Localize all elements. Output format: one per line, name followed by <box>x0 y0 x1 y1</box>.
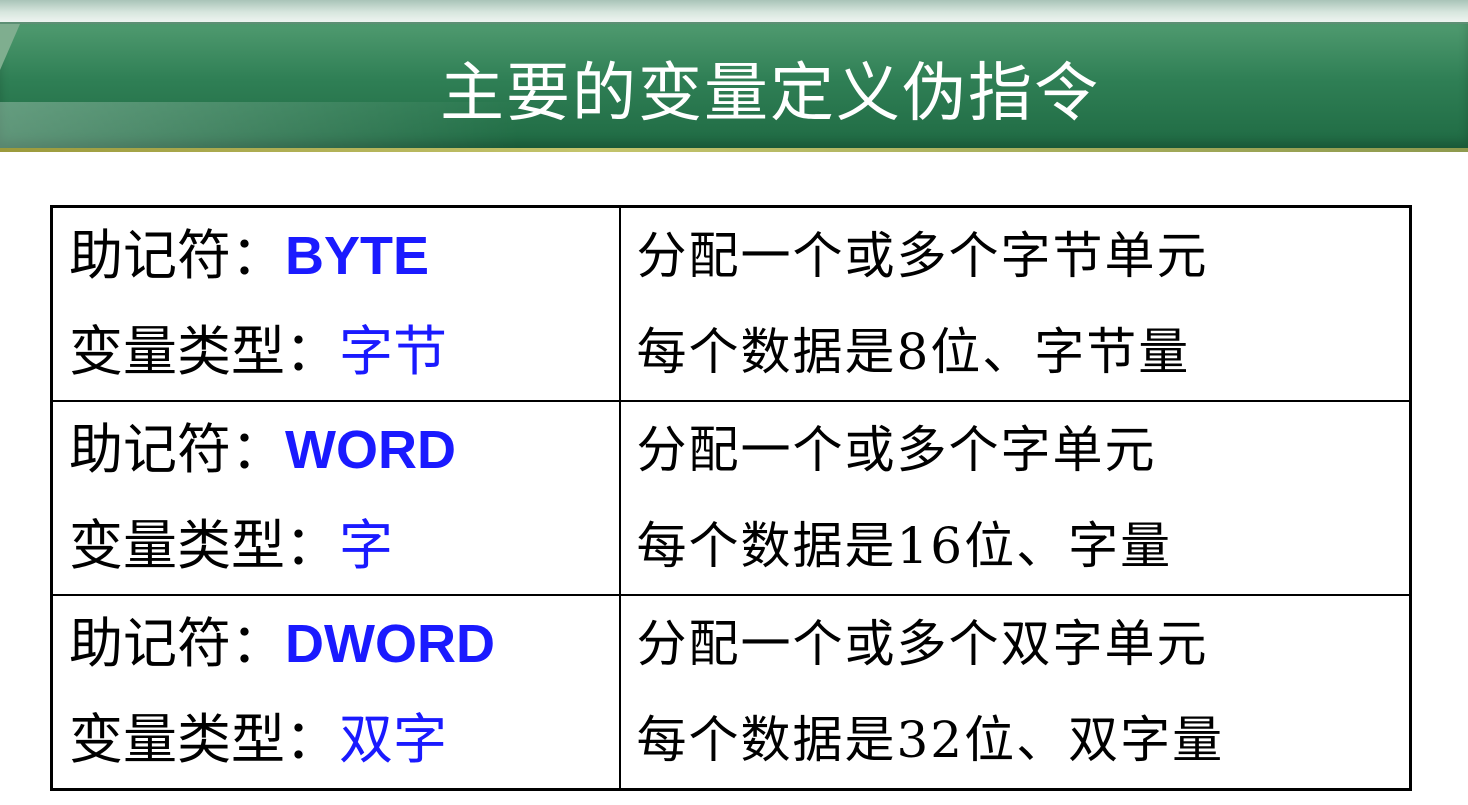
description-line-1: 分配一个或多个字节单元 <box>636 227 1209 285</box>
title-underline <box>0 148 1468 152</box>
mnemonic-value: BYTE <box>285 226 430 286</box>
mnemonic-cell: 助记符：BYTE 变量类型：字节 <box>50 205 621 402</box>
page-title: 主要的变量定义伪指令 <box>440 57 1100 131</box>
description-line-2: 每个数据是32位、双字量 <box>636 711 1225 769</box>
mnemonic-label: 助记符： <box>69 224 285 287</box>
mnemonic-label: 助记符： <box>69 418 285 481</box>
mnemonic-value: DWORD <box>285 614 495 674</box>
mnemonic-cell: 助记符：WORD 变量类型：字 <box>50 400 621 596</box>
type-line: 变量类型：字 <box>69 498 619 594</box>
description-line-1: 分配一个或多个双字单元 <box>636 615 1209 673</box>
mnemonic-line: 助记符：DWORD <box>69 596 619 692</box>
description-cell: 分配一个或多个双字单元 每个数据是32位、双字量 <box>618 594 1412 791</box>
description-line-2: 每个数据是16位、字量 <box>636 517 1173 575</box>
description-cell: 分配一个或多个字节单元 每个数据是8位、字节量 <box>618 205 1412 402</box>
type-label: 变量类型： <box>69 514 339 577</box>
directive-table: 助记符：BYTE 变量类型：字节 分配一个或多个字节单元 每个数据是8位、字节量… <box>50 205 1412 791</box>
type-value: 字 <box>339 514 393 577</box>
table-row: 助记符：WORD 变量类型：字 分配一个或多个字单元 每个数据是16位、字量 <box>50 400 1412 596</box>
type-value: 双字 <box>339 708 447 771</box>
top-decor-strip <box>0 0 1468 24</box>
mnemonic-label: 助记符： <box>69 612 285 675</box>
table-row: 助记符：BYTE 变量类型：字节 分配一个或多个字节单元 每个数据是8位、字节量 <box>50 205 1412 402</box>
description-cell: 分配一个或多个字单元 每个数据是16位、字量 <box>618 400 1412 596</box>
type-line: 变量类型：双字 <box>69 692 619 788</box>
description-line-2: 每个数据是8位、字节量 <box>636 323 1191 381</box>
mnemonic-cell: 助记符：DWORD 变量类型：双字 <box>50 594 621 791</box>
type-line: 变量类型：字节 <box>69 304 619 400</box>
corner-decoration <box>0 24 20 70</box>
table-row: 助记符：DWORD 变量类型：双字 分配一个或多个双字单元 每个数据是32位、双… <box>50 594 1412 791</box>
mnemonic-line: 助记符：WORD <box>69 402 619 498</box>
type-label: 变量类型： <box>69 320 339 383</box>
type-value: 字节 <box>339 320 447 383</box>
description-line-1: 分配一个或多个字单元 <box>636 421 1157 479</box>
mnemonic-value: WORD <box>285 420 456 480</box>
mnemonic-line: 助记符：BYTE <box>69 208 619 304</box>
type-label: 变量类型： <box>69 708 339 771</box>
